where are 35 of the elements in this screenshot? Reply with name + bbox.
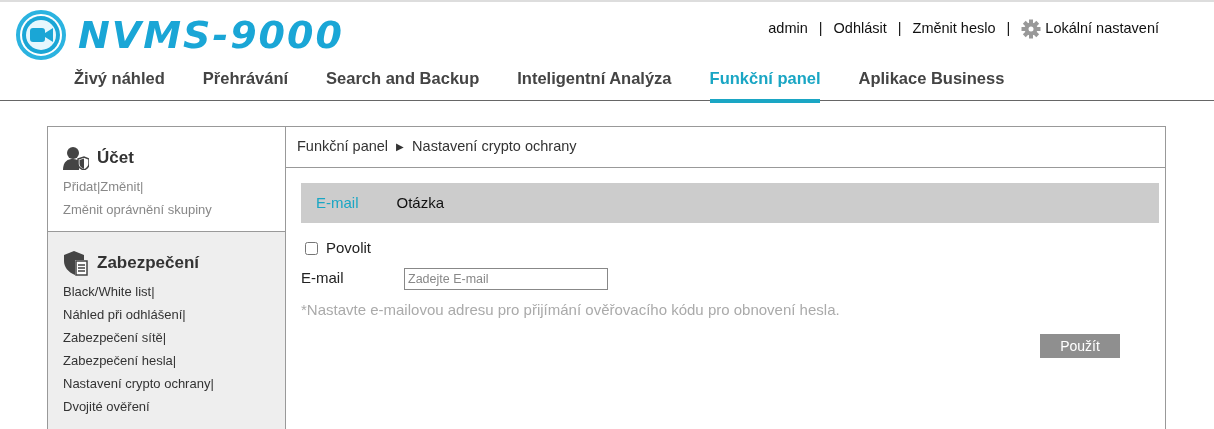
sidebar-link[interactable]: Dvojité ověření xyxy=(63,394,150,418)
menu-separator: | xyxy=(818,19,823,38)
sidebar-link[interactable]: Nastavení crypto ochrany| xyxy=(63,371,214,395)
sidebar-link[interactable]: Zabezpečení sítě| xyxy=(63,325,167,349)
email-field[interactable]: Zadejte E-mail xyxy=(404,267,608,290)
header-link[interactable]: Změnit heslo xyxy=(912,18,996,40)
hint-text: *Nastavte e-mailovou adresu pro přijímání ověřovacího kódu pro obnovení hesla. xyxy=(301,299,841,320)
sidebar-link[interactable]: Změnit| xyxy=(100,174,144,198)
sidebar-link[interactable]: Black/White list| xyxy=(63,279,155,303)
user-name: admin xyxy=(768,19,808,38)
shield-document-icon xyxy=(63,249,89,276)
menu-separator: | xyxy=(897,19,902,38)
section-title: Účet xyxy=(97,147,134,169)
sidebar-link[interactable]: Přidat| xyxy=(63,174,101,198)
nav-tab[interactable]: Search and Backup xyxy=(326,60,480,103)
sidebar-link[interactable]: Náhled při odhlášení| xyxy=(63,302,186,326)
settings-link[interactable]: Lokální nastavení xyxy=(1045,18,1159,40)
nav-tab[interactable]: Aplikace Business xyxy=(858,60,1005,103)
section-title: Zabezpečení xyxy=(97,251,200,274)
menu-separator: | xyxy=(1006,19,1011,38)
breadcrumb-link[interactable]: Funkční panel xyxy=(297,136,389,158)
nav-tab[interactable]: Inteligentní Analýza xyxy=(517,60,672,103)
breadcrumb-current: Nastavení crypto ochrany xyxy=(412,137,577,156)
sidebar-link[interactable]: Zabezpečení hesla| xyxy=(63,348,177,372)
email-label: E-mail xyxy=(301,268,345,289)
header-link[interactable]: Odhlásit xyxy=(833,18,887,40)
logo-text: NVMS-9000 xyxy=(78,16,344,54)
nav-tab[interactable]: Přehrávání xyxy=(202,60,289,103)
nav-tab[interactable]: Živý náhled xyxy=(74,60,165,103)
sidebar-link[interactable]: Změnit oprávnění skupiny xyxy=(63,197,212,221)
enable-checkbox[interactable] xyxy=(305,241,318,255)
tab[interactable]: Otázka xyxy=(396,191,445,214)
breadcrumb-separator: ▶ xyxy=(396,140,405,155)
user-shield-icon xyxy=(63,145,89,170)
enable-label: Povolit xyxy=(326,237,372,258)
